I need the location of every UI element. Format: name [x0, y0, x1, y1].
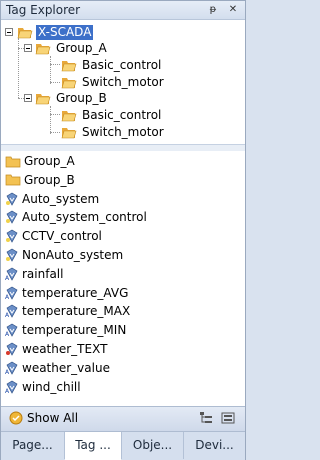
- collapse-root-toggle[interactable]: [5, 28, 13, 36]
- list-item-label: rainfall: [22, 266, 64, 281]
- list-item-label: NonAuto_system: [22, 248, 124, 262]
- svg-text:A: A: [5, 331, 10, 337]
- tab-object[interactable]: Obje...: [122, 432, 184, 459]
- tree-node-group-a[interactable]: Group_A: [35, 40, 109, 56]
- list-item-label: temperature_MAX: [22, 304, 131, 319]
- open-folder-icon: [35, 93, 51, 104]
- folder-icon: [5, 155, 21, 168]
- list-item[interactable]: Aweather_value: [5, 359, 110, 377]
- list-item-label: temperature_AVG: [22, 285, 129, 300]
- show-all-label: Show All: [27, 411, 79, 425]
- svg-text:A: A: [5, 275, 10, 281]
- open-folder-icon: [61, 77, 77, 88]
- list-item[interactable]: Awind_chill: [5, 378, 81, 396]
- tag-list: Group_A Group_B Auto_system Auto_system_con…: [1, 151, 245, 405]
- tag-digital-icon: [5, 210, 19, 225]
- open-folder-icon: [61, 127, 77, 138]
- title-bar: Tag Explorer ᵽ ✕: [1, 1, 245, 20]
- tab-page[interactable]: Page...: [1, 432, 65, 459]
- list-item[interactable]: Group_A: [5, 152, 75, 170]
- list-item[interactable]: Arainfall: [5, 265, 63, 283]
- tree-node-group-b[interactable]: Group_B: [35, 90, 109, 106]
- tab-tag[interactable]: Tag ...: [65, 432, 122, 460]
- tree-node-basic-control-b[interactable]: Basic_control: [61, 107, 163, 123]
- tag-digital-icon: [5, 229, 19, 243]
- list-view-icon[interactable]: [221, 411, 235, 425]
- list-item[interactable]: CCTV_control: [5, 227, 102, 245]
- tree-node-label: Group_B: [56, 90, 107, 105]
- list-item[interactable]: Group_B: [5, 171, 75, 189]
- tree-node-switch-motor-b[interactable]: Switch_motor: [61, 124, 166, 140]
- open-folder-icon: [61, 110, 77, 121]
- tab-device[interactable]: Devi...: [184, 432, 245, 459]
- open-folder-icon: [61, 60, 77, 71]
- open-folder-icon: [35, 43, 51, 54]
- list-item[interactable]: Auto_system_control: [5, 208, 147, 226]
- panel-tabs: Page... Tag ... Obje... Devi...: [1, 431, 245, 460]
- tag-tree: X-SCADA Group_A Basic_control Switch_mot…: [1, 20, 245, 144]
- tree-node-label: X-SCADA: [36, 24, 94, 40]
- svg-text:A: A: [5, 388, 10, 394]
- panel-title: Tag Explorer: [6, 3, 81, 17]
- tag-digital-icon: [5, 248, 19, 262]
- folder-icon: [5, 173, 21, 186]
- tree-node-label: Basic_control: [82, 57, 162, 72]
- tree-view-icon[interactable]: [199, 411, 213, 425]
- tag-explorer-panel: Tag Explorer ᵽ ✕ X-SCADA Group_A Basic_c…: [0, 0, 246, 460]
- list-item-label: weather_value: [22, 360, 110, 375]
- tree-node-basic-control-a[interactable]: Basic_control: [61, 57, 163, 73]
- tag-analog-icon: A: [5, 267, 19, 281]
- tree-node-label: Basic_control: [82, 107, 162, 122]
- tag-text-icon: [5, 342, 19, 356]
- list-item-label: Group_A: [24, 154, 75, 168]
- collapse-group-b-toggle[interactable]: [24, 94, 32, 102]
- pin-icon[interactable]: ᵽ: [207, 4, 219, 16]
- list-item[interactable]: NonAuto_system: [5, 246, 123, 264]
- svg-text:A: A: [5, 369, 10, 375]
- tag-analog-icon: A: [5, 361, 19, 375]
- list-item-label: CCTV_control: [22, 229, 102, 244]
- tree-node-switch-motor-a[interactable]: Switch_motor: [61, 74, 166, 90]
- show-all-icon: [9, 411, 23, 425]
- list-item[interactable]: Atemperature_MIN: [5, 321, 126, 339]
- tree-node-label: Switch_motor: [82, 124, 164, 139]
- bottom-toolbar: Show All: [1, 406, 245, 431]
- tag-analog-icon: A: [5, 286, 19, 300]
- open-folder-icon: [17, 27, 33, 38]
- svg-text:A: A: [5, 294, 10, 300]
- tag-analog-icon: A: [5, 380, 19, 394]
- list-item-label: Group_B: [24, 172, 75, 187]
- list-item-label: wind_chill: [22, 379, 81, 394]
- tree-node-label: Group_A: [56, 40, 107, 55]
- list-item-label: temperature_MIN: [22, 323, 127, 338]
- show-all-button[interactable]: Show All: [9, 411, 78, 425]
- list-item[interactable]: Atemperature_AVG: [5, 284, 128, 302]
- list-item[interactable]: Atemperature_MAX: [5, 302, 130, 320]
- tree-node-label: Switch_motor: [82, 74, 164, 89]
- list-item[interactable]: weather_TEXT: [5, 340, 107, 358]
- tree-node-root[interactable]: X-SCADA: [17, 24, 94, 40]
- tag-digital-icon: [5, 192, 19, 206]
- list-item-label: weather_TEXT: [22, 342, 108, 356]
- list-item[interactable]: Auto_system: [5, 190, 99, 208]
- svg-text:A: A: [5, 312, 10, 318]
- list-item-label: Auto_system_control: [22, 210, 147, 225]
- collapse-group-a-toggle[interactable]: [24, 44, 32, 52]
- tag-analog-icon: A: [5, 323, 19, 337]
- close-icon[interactable]: ✕: [227, 4, 239, 16]
- tag-analog-icon: A: [5, 304, 19, 318]
- list-item-label: Auto_system: [22, 191, 100, 206]
